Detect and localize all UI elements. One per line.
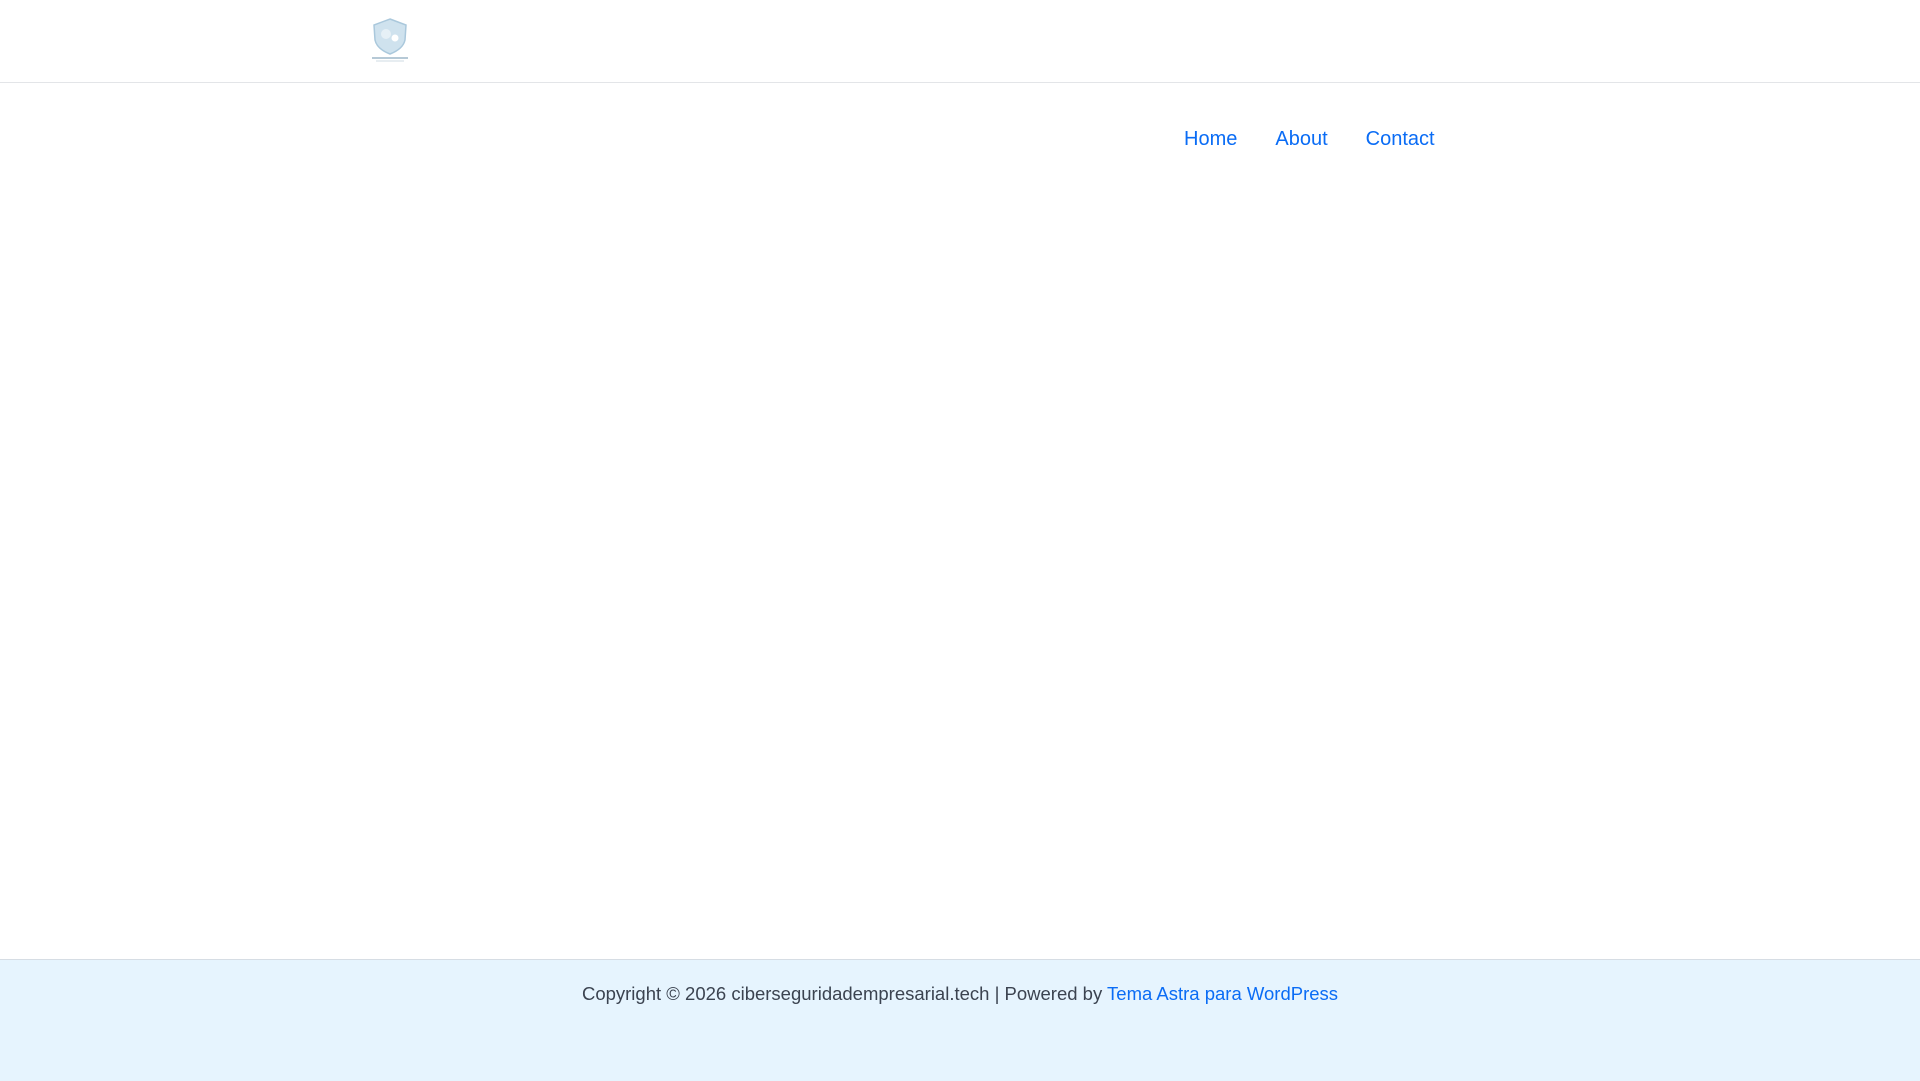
nav-home-link[interactable]: Home — [1165, 122, 1256, 156]
site-footer: Copyright © 2026 ciberseguridadempresari… — [0, 959, 1920, 1081]
footer-copyright: Copyright © 2026 ciberseguridadempresari… — [0, 983, 1920, 1005]
nav-contact-link[interactable]: Contact — [1347, 122, 1454, 156]
site-logo[interactable] — [362, 16, 418, 64]
top-header-bar — [0, 0, 1920, 83]
copyright-text: Copyright © 2026 ciberseguridadempresari… — [581, 983, 1108, 1004]
nav-about-link[interactable]: About — [1256, 122, 1346, 156]
shield-logo-icon — [372, 18, 408, 62]
astra-theme-link[interactable]: Tema Astra para WordPress — [1107, 983, 1338, 1004]
primary-navigation: Home About Contact — [1165, 122, 1454, 156]
